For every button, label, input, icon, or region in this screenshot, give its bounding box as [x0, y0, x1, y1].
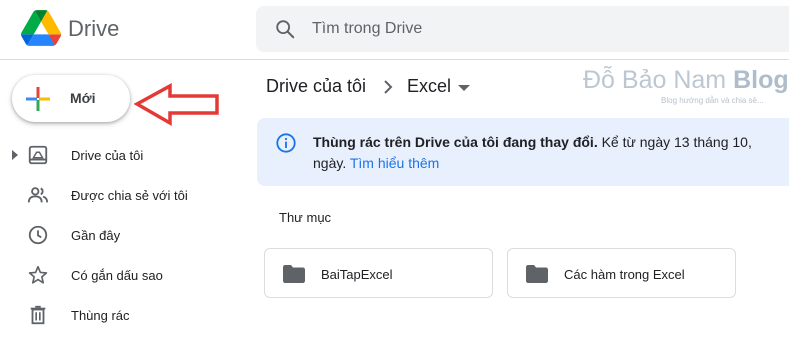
- banner-text: Kể từ ngày 13 tháng 10,: [597, 134, 752, 150]
- section-title-folders: Thư mục: [279, 210, 332, 225]
- google-drive-logo[interactable]: [21, 10, 61, 46]
- sidebar-item-label: Gần đây: [71, 228, 121, 243]
- sidebar-item-shared[interactable]: Được chia sẻ với tôi: [0, 179, 240, 211]
- my-drive-icon: [28, 145, 48, 165]
- search-input[interactable]: [312, 6, 772, 52]
- watermark-brand: Blog: [733, 66, 789, 94]
- sidebar-item-label: Drive của tôi: [71, 148, 144, 163]
- new-button-label: Mới: [70, 90, 96, 106]
- annotation-arrow-icon: [134, 83, 219, 127]
- sidebar-item-label: Có gắn dấu sao: [71, 268, 163, 283]
- breadcrumb-root[interactable]: Drive của tôi: [266, 76, 366, 97]
- watermark-subtitle: Blog hướng dẫn và chia sẻ...: [661, 96, 764, 105]
- folder-icon: [526, 265, 548, 283]
- sidebar-item-label: Thùng rác: [71, 308, 130, 323]
- sidebar-item-my-drive[interactable]: Drive của tôi: [0, 139, 240, 171]
- info-banner: Thùng rác trên Drive của tôi đang thay đ…: [257, 118, 789, 186]
- folder-card[interactable]: Các hàm trong Excel: [507, 248, 736, 298]
- banner-heading: Thùng rác trên Drive của tôi đang thay đ…: [313, 134, 598, 150]
- watermark-title: Đỗ Bảo Nam: [583, 66, 734, 94]
- dropdown-arrow-icon[interactable]: [458, 84, 470, 92]
- plus-icon: [26, 87, 50, 111]
- trash-icon: [30, 305, 46, 325]
- search-icon[interactable]: [274, 18, 296, 40]
- folder-name: Các hàm trong Excel: [564, 267, 685, 282]
- sidebar-item-label: Được chia sẻ với tôi: [71, 188, 188, 203]
- folder-name: BaiTapExcel: [321, 267, 393, 282]
- breadcrumb-current[interactable]: Excel: [407, 76, 451, 97]
- new-button[interactable]: Mới: [12, 75, 130, 122]
- sidebar-item-starred[interactable]: Có gắn dấu sao: [0, 259, 240, 291]
- folder-card[interactable]: BaiTapExcel: [264, 248, 493, 298]
- shared-icon: [27, 187, 49, 203]
- learn-more-link[interactable]: Tìm hiểu thêm: [350, 155, 439, 171]
- expand-caret-icon[interactable]: [11, 150, 19, 160]
- sidebar-item-trash[interactable]: Thùng rác: [0, 299, 240, 331]
- recent-clock-icon: [28, 225, 48, 245]
- app-name: Drive: [68, 16, 120, 41]
- info-icon: [276, 133, 296, 153]
- top-bar: Drive: [0, 0, 789, 60]
- watermark: Đỗ Bảo Nam Blog Blog hướng dẫn và chia s…: [583, 66, 789, 116]
- chevron-right-icon: [384, 80, 393, 94]
- star-icon: [28, 265, 48, 284]
- folder-icon: [283, 265, 305, 283]
- search-bar[interactable]: [256, 6, 789, 52]
- sidebar-item-recent[interactable]: Gần đây: [0, 219, 240, 251]
- banner-text-line2: ngày.: [313, 155, 350, 171]
